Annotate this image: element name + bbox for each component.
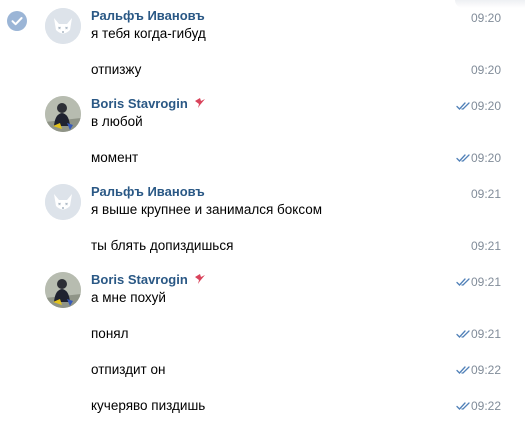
double-check-icon — [456, 102, 470, 110]
double-check-icon — [456, 366, 470, 374]
message-text: я тебя когда-гибуд — [91, 26, 206, 41]
message-time[interactable]: 09:21 — [471, 186, 501, 202]
message-author[interactable]: Boris Stavrogin — [91, 96, 206, 112]
message-author[interactable]: Ральфъ Ивановъ — [91, 8, 205, 24]
bird-emoji-icon — [194, 98, 205, 108]
chat-history: Ральфъ Ивановъ 09:20 я тебя когда-гибуд … — [0, 0, 525, 432]
avatar[interactable] — [45, 272, 81, 308]
message-time[interactable]: 09:20 — [471, 62, 501, 78]
user-photo-icon — [45, 272, 81, 308]
avatar[interactable] — [45, 96, 81, 132]
default-avatar-icon — [45, 8, 81, 44]
message-time[interactable]: 09:20 — [471, 150, 501, 166]
message-time[interactable]: 09:21 — [471, 326, 501, 342]
author-name[interactable]: Boris Stavrogin — [91, 272, 188, 287]
message-time[interactable]: 09:21 — [471, 274, 501, 290]
author-name[interactable]: Boris Stavrogin — [91, 96, 188, 111]
bird-emoji-icon — [194, 274, 205, 284]
message-group: Ральфъ Ивановъ 09:21 я выше крупнее и за… — [0, 176, 525, 264]
message-time[interactable]: 09:21 — [471, 238, 501, 254]
message-time[interactable]: 09:20 — [471, 98, 501, 114]
message-text: понял — [91, 326, 129, 341]
message-author[interactable]: Boris Stavrogin — [91, 272, 206, 288]
double-check-icon — [456, 278, 470, 286]
message-text: отпизжу — [91, 62, 142, 77]
message-time[interactable]: 09:20 — [471, 10, 501, 26]
message-group: Boris Stavrogin 09:20 в любой момент 09:… — [0, 88, 525, 176]
user-photo-icon — [45, 96, 81, 132]
message-text: я выше крупнее и занимался боксом — [91, 202, 323, 217]
double-check-icon — [456, 330, 470, 338]
message-text: отпиздит он — [91, 362, 166, 377]
message-author[interactable]: Ральфъ Ивановъ — [91, 184, 205, 200]
message-time[interactable]: 09:22 — [471, 362, 501, 378]
double-check-icon — [456, 154, 470, 162]
avatar[interactable] — [45, 184, 81, 220]
default-avatar-icon — [45, 184, 81, 220]
message-text: кучеряво пиздишь — [91, 398, 206, 413]
message-text: в любой — [91, 114, 143, 129]
message-text: ты блять допиздишься — [91, 238, 234, 253]
message-text: а мне похуй — [91, 290, 166, 305]
message-time[interactable]: 09:22 — [471, 398, 501, 414]
double-check-icon — [456, 402, 470, 410]
message-group: Boris Stavrogin 09:21 а мне похуй понял … — [0, 264, 525, 432]
avatar[interactable] — [45, 8, 81, 44]
message-group: Ральфъ Ивановъ 09:20 я тебя когда-гибуд … — [0, 0, 525, 88]
message-text: момент — [91, 150, 139, 165]
